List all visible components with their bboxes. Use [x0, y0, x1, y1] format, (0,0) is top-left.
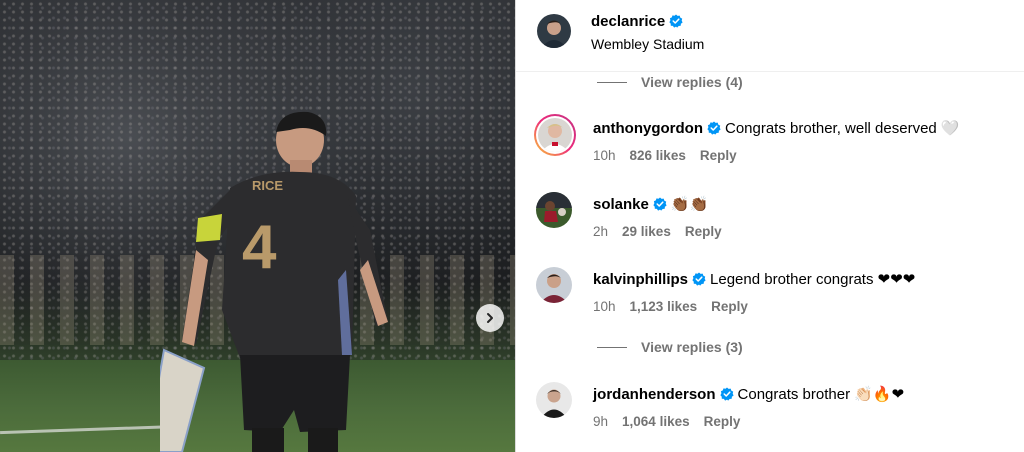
comment-time[interactable]: 9h: [593, 414, 608, 429]
commenter-username[interactable]: kalvinphillips: [593, 271, 688, 288]
chevron-right-icon: [487, 313, 493, 323]
verified-badge-icon: [669, 14, 683, 28]
comment-text: Congrats brother 👏🏻🔥❤: [737, 386, 905, 403]
view-replies-label: View replies (3): [641, 339, 743, 355]
post-location[interactable]: Wembley Stadium: [591, 36, 704, 52]
view-replies-label: View replies (4): [641, 74, 743, 90]
reply-button[interactable]: Reply: [685, 224, 722, 239]
verified-badge-icon: [707, 121, 721, 135]
author-username[interactable]: declanrice: [591, 13, 665, 30]
commenter-username[interactable]: anthonygordon: [593, 120, 703, 137]
verified-badge-icon: [692, 272, 706, 286]
comment-time[interactable]: 2h: [593, 224, 608, 239]
commenter-avatar[interactable]: [536, 382, 572, 418]
reply-dash: [597, 81, 627, 83]
verified-badge-icon: [653, 197, 667, 211]
commenter-username[interactable]: solanke: [593, 196, 649, 213]
verified-badge-icon: [719, 387, 734, 401]
comment-text: Legend brother congrats ❤❤❤: [710, 271, 916, 288]
reply-button[interactable]: Reply: [700, 148, 737, 163]
reply-dash: [597, 346, 627, 348]
comment-likes[interactable]: 1,123 likes: [630, 299, 698, 314]
shirt-name: RICE: [252, 178, 283, 193]
player-figure: RICE 4: [160, 111, 388, 452]
post-header: declanrice Wembley Stadium: [516, 0, 1024, 72]
reply-button[interactable]: Reply: [704, 414, 741, 429]
commenter-avatar[interactable]: [536, 192, 572, 228]
reply-button[interactable]: Reply: [711, 299, 748, 314]
commenter-avatar[interactable]: [536, 267, 572, 303]
comment-likes[interactable]: 826 likes: [630, 148, 686, 163]
shirt-number: 4: [242, 213, 277, 282]
comments-panel: declanrice Wembley Stadium View replies …: [515, 0, 1024, 452]
comment-text: Congrats brother, well deserved 🤍: [724, 120, 960, 137]
view-replies-button[interactable]: View replies (3): [597, 339, 743, 355]
comment-text: 👏🏾👏🏾: [670, 196, 709, 213]
comment-time[interactable]: 10h: [593, 148, 616, 163]
author-avatar[interactable]: [537, 14, 571, 48]
post-photo: RICE 4: [0, 0, 515, 452]
commenter-avatar[interactable]: [534, 114, 576, 156]
comment-likes[interactable]: 29 likes: [622, 224, 671, 239]
next-photo-button[interactable]: [476, 304, 504, 332]
comment-likes[interactable]: 1,064 likes: [622, 414, 690, 429]
comment-time[interactable]: 10h: [593, 299, 616, 314]
commenter-username[interactable]: jordanhenderson: [593, 386, 716, 403]
view-replies-button[interactable]: View replies (4): [597, 74, 743, 90]
